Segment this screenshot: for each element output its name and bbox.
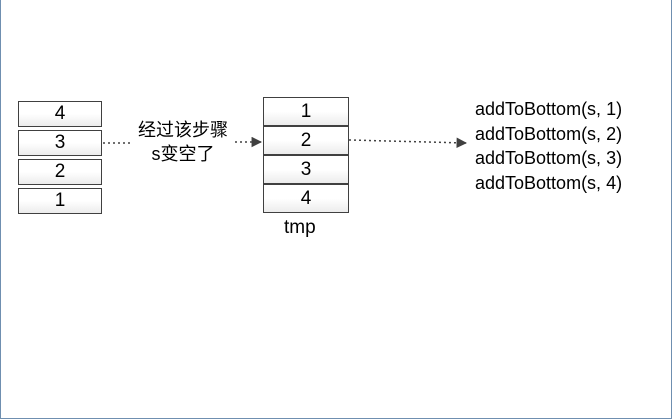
- call-list: addToBottom(s, 1) addToBottom(s, 2) addT…: [475, 97, 622, 195]
- call-line: addToBottom(s, 2): [475, 123, 623, 144]
- step-label: 经过该步骤 s变空了: [127, 118, 239, 166]
- diagram-canvas: 4 3 2 1 经过该步骤 s变空了 1 2 3 4 tmp addToBott…: [0, 0, 672, 419]
- stack-s-cell: 1: [18, 188, 102, 214]
- stack-tmp-cell: 3: [263, 155, 349, 184]
- stack-s-cell: 3: [18, 130, 102, 156]
- stack-tmp-label: tmp: [284, 217, 316, 238]
- call-line: addToBottom(s, 3): [475, 148, 623, 168]
- call-line: addToBottom(s, 4): [475, 172, 623, 193]
- step-label-line: 经过该步骤: [138, 120, 228, 140]
- stack-tmp-cell: 4: [263, 184, 349, 213]
- stack-s-cell: 4: [18, 101, 102, 127]
- stack-tmp-cell: 1: [263, 97, 349, 126]
- call-line: addToBottom(s, 1): [475, 99, 623, 119]
- step-label-line: s变空了: [151, 144, 215, 164]
- stack-s-cell: 2: [18, 159, 102, 185]
- arrow-to-calls: [348, 137, 468, 149]
- stack-tmp-cell: 2: [263, 126, 349, 155]
